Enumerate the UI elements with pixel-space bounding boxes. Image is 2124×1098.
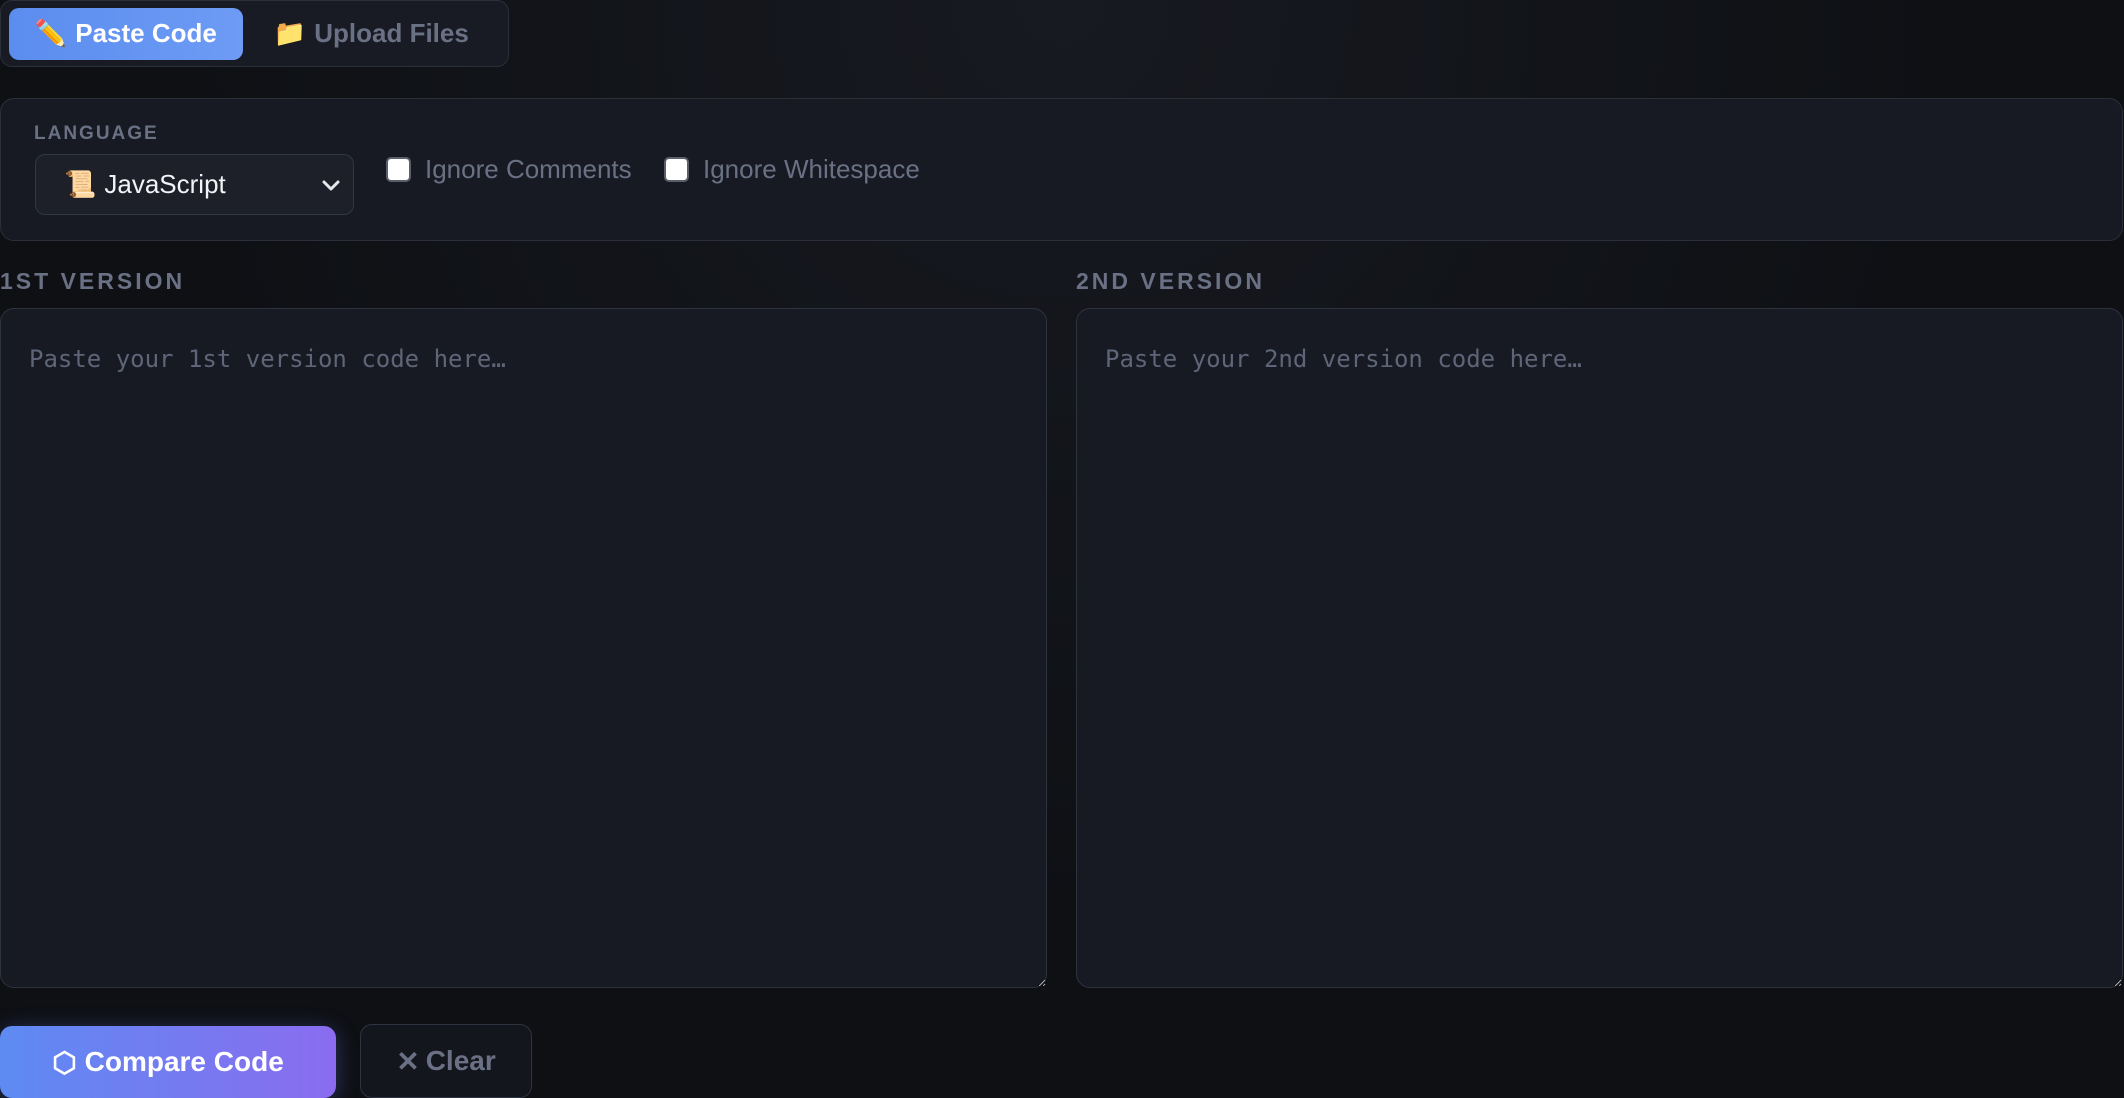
upload-files-tab[interactable]: 📁 Upload Files — [243, 8, 500, 60]
ignore-comments-label: Ignore Comments — [425, 154, 632, 184]
first-version-label: 1ST VERSION — [0, 268, 186, 294]
language-select[interactable]: 📜 JavaScript — [35, 154, 354, 215]
first-version-input[interactable] — [0, 308, 1047, 988]
ignore-comments-option[interactable]: Ignore Comments — [386, 154, 632, 185]
paste-code-tab[interactable]: ✏️ Paste Code — [9, 7, 243, 60]
ignore-comments-checkbox[interactable] — [386, 157, 411, 182]
chevron-down-icon — [322, 180, 340, 191]
compare-code-label: Compare Code — [84, 1046, 284, 1077]
close-icon: ✕ — [396, 1045, 420, 1077]
scroll-icon: 📜 — [64, 169, 97, 199]
compare-code-button[interactable]: ⬡ Compare Code — [0, 1026, 336, 1098]
clear-label: Clear — [425, 1045, 496, 1076]
mode-tabs: ✏️ Paste Code 📁 Upload Files — [0, 0, 509, 67]
language-label: LANGUAGE — [34, 123, 159, 144]
ignore-whitespace-label: Ignore Whitespace — [703, 154, 920, 184]
second-version-input[interactable] — [1076, 308, 2123, 988]
ignore-whitespace-checkbox[interactable] — [664, 157, 689, 182]
upload-files-tab-label: Upload Files — [314, 18, 469, 48]
folder-icon: 📁 — [273, 18, 307, 48]
options-panel: LANGUAGE 📜 JavaScript — [0, 98, 2123, 241]
ignore-whitespace-option[interactable]: Ignore Whitespace — [664, 154, 920, 185]
language-select-value: JavaScript — [104, 169, 226, 199]
second-version-label: 2ND VERSION — [1076, 268, 1265, 294]
clear-button[interactable]: ✕ Clear — [360, 1024, 532, 1098]
pencil-icon: ✏️ — [34, 18, 68, 48]
hexagon-icon: ⬡ — [52, 1046, 77, 1078]
paste-code-tab-label: Paste Code — [75, 18, 217, 48]
